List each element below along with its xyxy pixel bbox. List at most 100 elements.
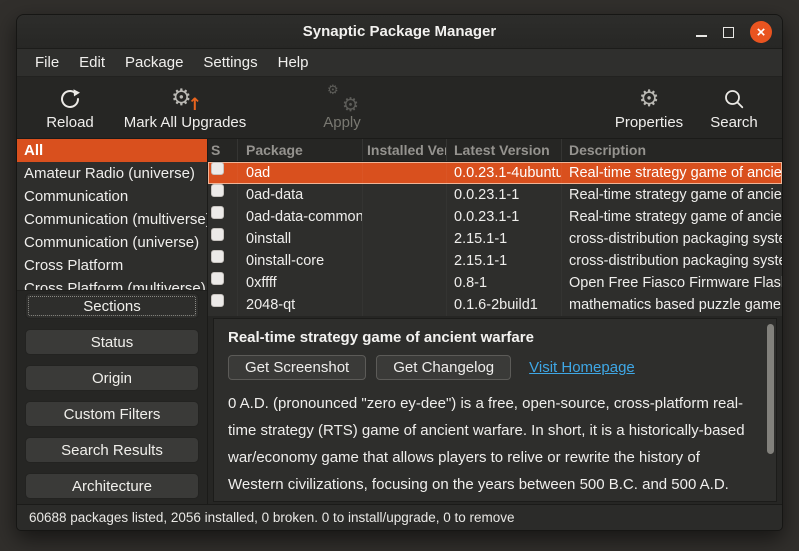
table-row[interactable]: 0install-core2.15.1-1cross-distribution …: [208, 250, 782, 272]
package-checkbox[interactable]: [211, 228, 224, 241]
latest-version-cell: 0.1.6-2build1: [447, 294, 562, 316]
description-cell: cross-distribution packaging system: [562, 228, 782, 250]
package-checkbox[interactable]: [211, 206, 224, 219]
package-checkbox[interactable]: [211, 294, 224, 307]
table-body: 0ad 0.0.23.1-4ubuntu3Real-time strategy g…: [208, 162, 782, 316]
status-cell: [208, 294, 238, 316]
package-checkbox[interactable]: [211, 162, 224, 175]
menu-package[interactable]: Package: [115, 49, 193, 77]
category-item-communication[interactable]: Communication: [17, 185, 207, 208]
status-cell: [208, 184, 238, 206]
mark-all-upgrades-button[interactable]: ⚙↑ Mark All Upgrades: [115, 77, 255, 138]
window-controls: ×: [696, 15, 772, 49]
toolbar: Reload ⚙↑ Mark All Upgrades ⚙⚙ Apply ⚙ P…: [17, 77, 782, 139]
reload-button[interactable]: Reload: [25, 77, 115, 138]
installed-version-cell: [363, 228, 447, 250]
detail-scrollbar[interactable]: [767, 323, 774, 497]
maximize-icon[interactable]: [723, 27, 734, 38]
sections-button[interactable]: Sections: [25, 293, 199, 319]
description-cell: mathematics based puzzle game: [562, 294, 782, 316]
installed-version-cell: [363, 272, 447, 294]
package-name-cell: 0ad-data-common: [238, 206, 363, 228]
status-button[interactable]: Status: [25, 329, 199, 355]
search-results-button[interactable]: Search Results: [25, 437, 199, 463]
latest-version-cell: 0.8-1: [447, 272, 562, 294]
search-button[interactable]: Search: [694, 77, 774, 138]
visit-homepage-link[interactable]: Visit Homepage: [529, 359, 635, 376]
package-name-cell: 0install-core: [238, 250, 363, 272]
package-checkbox[interactable]: [211, 272, 224, 285]
table-row[interactable]: 0install 2.15.1-1cross-distribution packa…: [208, 228, 782, 250]
latest-version-cell: 0.0.23.1-1: [447, 206, 562, 228]
category-item-all[interactable]: All: [17, 139, 207, 162]
package-checkbox[interactable]: [211, 250, 224, 263]
category-item-cross-platform-multiverse[interactable]: Cross Platform (multiverse): [17, 277, 207, 291]
installed-version-cell: [363, 294, 447, 316]
custom-filters-button[interactable]: Custom Filters: [25, 401, 199, 427]
category-item-communication-universe[interactable]: Communication (universe): [17, 231, 207, 254]
architecture-button[interactable]: Architecture: [25, 473, 199, 499]
apply-label: Apply: [323, 114, 361, 131]
mark-all-upgrades-icon: ⚙↑: [171, 86, 199, 112]
package-name-cell: 0ad: [238, 162, 363, 184]
column-header-description[interactable]: Description: [562, 139, 782, 161]
statusbar: 60688 packages listed, 2056 installed, 0…: [17, 504, 782, 530]
status-cell: [208, 272, 238, 294]
apply-icon: ⚙⚙: [327, 86, 357, 112]
latest-version-cell: 2.15.1-1: [447, 250, 562, 272]
column-header-installed-ver[interactable]: Installed Ver: [363, 139, 447, 161]
sidebar-buttons: Sections Status Origin Custom Filters Search…: [17, 291, 207, 501]
properties-icon: ⚙: [639, 86, 660, 112]
menu-file[interactable]: File: [25, 49, 69, 77]
menubar: FileEditPackageSettingsHelp: [17, 49, 782, 77]
installed-version-cell: [363, 162, 447, 184]
table-row[interactable]: 0ad-data-common 0.0.23.1-1Real-time strat…: [208, 206, 782, 228]
table-row[interactable]: 0ad 0.0.23.1-4ubuntu3Real-time strategy g…: [208, 162, 782, 184]
latest-version-cell: 0.0.23.1-1: [447, 184, 562, 206]
table-row[interactable]: 0ad-data 0.0.23.1-1Real-time strategy gam…: [208, 184, 782, 206]
search-label: Search: [710, 114, 758, 131]
package-name-cell: 0install: [238, 228, 363, 250]
mark-all-upgrades-label: Mark All Upgrades: [124, 114, 247, 131]
status-cell: [208, 250, 238, 272]
installed-version-cell: [363, 184, 447, 206]
menu-help[interactable]: Help: [268, 49, 319, 77]
search-icon: [723, 86, 745, 112]
detail-wrap: Real-time strategy game of ancient warfa…: [208, 316, 782, 504]
package-checkbox[interactable]: [211, 184, 224, 197]
description-cell: Real-time strategy game of ancient warfa…: [562, 162, 782, 184]
menu-edit[interactable]: Edit: [69, 49, 115, 77]
column-header-s[interactable]: S: [208, 139, 238, 161]
installed-version-cell: [363, 250, 447, 272]
category-item-amateur-radio-universe[interactable]: Amateur Radio (universe): [17, 162, 207, 185]
table-row[interactable]: 0xffff 0.8-1Open Free Fiasco Firmware Fla…: [208, 272, 782, 294]
sidebar: AllAmateur Radio (universe)Communication…: [17, 139, 208, 504]
close-icon[interactable]: ×: [750, 21, 772, 43]
origin-button[interactable]: Origin: [25, 365, 199, 391]
table-row[interactable]: 2048-qt0.1.6-2build1mathematics based pu…: [208, 294, 782, 316]
reload-label: Reload: [46, 114, 94, 131]
titlebar[interactable]: Synaptic Package Manager ×: [17, 15, 782, 49]
properties-button[interactable]: ⚙ Properties: [604, 77, 694, 138]
menu-settings[interactable]: Settings: [193, 49, 267, 77]
detail-pane: Real-time strategy game of ancient warfa…: [213, 318, 777, 502]
get-screenshot-button[interactable]: Get Screenshot: [228, 355, 366, 380]
column-header-latest-version[interactable]: Latest Version: [447, 139, 562, 161]
description-cell: Real-time strategy game of ancient warfa…: [562, 184, 782, 206]
detail-scrollbar-thumb[interactable]: [767, 324, 774, 454]
get-changelog-button[interactable]: Get Changelog: [376, 355, 511, 380]
column-header-package[interactable]: Package: [238, 139, 363, 161]
package-name-cell: 0xffff: [238, 272, 363, 294]
package-name-cell: 0ad-data: [238, 184, 363, 206]
properties-label: Properties: [615, 114, 683, 131]
description-cell: Real-time strategy game of ancient warfa…: [562, 206, 782, 228]
status-text: 60688 packages listed, 2056 installed, 0…: [29, 510, 515, 525]
latest-version-cell: 2.15.1-1: [447, 228, 562, 250]
latest-version-cell: 0.0.23.1-4ubuntu3: [447, 162, 562, 184]
synaptic-window: Synaptic Package Manager × FileEditPacka…: [16, 14, 783, 531]
category-item-cross-platform[interactable]: Cross Platform: [17, 254, 207, 277]
minimize-icon[interactable]: [696, 35, 707, 37]
detail-title: Real-time strategy game of ancient warfa…: [228, 329, 750, 346]
description-cell: Open Free Fiasco Firmware Flasher: [562, 272, 782, 294]
category-item-communication-multiverse[interactable]: Communication (multiverse): [17, 208, 207, 231]
